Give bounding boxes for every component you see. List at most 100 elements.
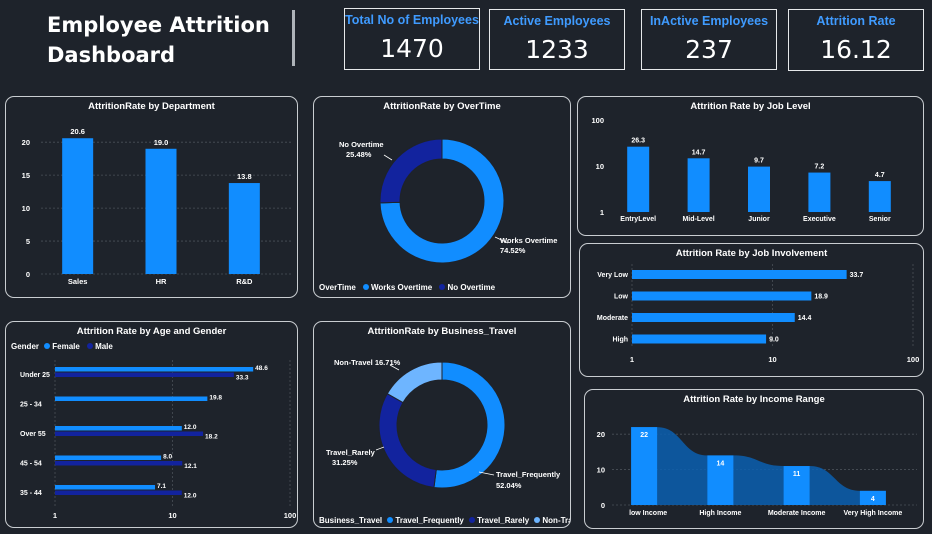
bar — [868, 181, 891, 212]
donut-slice — [433, 361, 506, 489]
x-tick-label: 10 — [768, 355, 776, 364]
legend-item[interactable]: Works Overtime — [371, 283, 432, 292]
data-label: 12.0 — [184, 493, 197, 500]
kpi-attrition-rate[interactable]: Attrition Rate 16.12 — [788, 9, 924, 71]
y-tick-label: 0 — [601, 501, 605, 510]
chart-attrition-by-business-travel[interactable]: AttritionRate by Business_Travel Travel_… — [313, 321, 571, 528]
slice-label: Travel_Rarely — [326, 448, 376, 457]
income-range-bar-chart: 0 10 20 22 low Income 14 High Income 11 Moderate… — [597, 427, 917, 517]
legend-title: OverTime — [319, 283, 356, 292]
chart-attrition-by-department[interactable]: AttritionRate by Department 0 5 10 15 20 20.6… — [5, 96, 298, 298]
legend-item[interactable]: No Overtime — [447, 283, 495, 292]
ribbon — [631, 427, 886, 505]
bar — [62, 138, 94, 274]
legend-dot-icon — [439, 284, 446, 290]
y-tick-label: High — [612, 337, 628, 344]
y-tick-label: Low — [614, 294, 629, 301]
y-tick-label: 15 — [22, 171, 30, 180]
data-label: 19.0 — [154, 138, 169, 147]
bar — [632, 313, 795, 322]
slice-percent: 25.48% — [346, 150, 372, 159]
bar — [55, 396, 208, 401]
slice-label: Non-Travel 16.71% — [334, 358, 401, 367]
legend-dot-icon — [363, 284, 369, 290]
bar — [55, 490, 182, 495]
slice-label: Travel_Frequently — [496, 470, 561, 479]
legend-item[interactable]: Non-Travel — [542, 516, 570, 525]
legend-title: Business_Travel — [319, 516, 383, 525]
data-label: 11 — [793, 471, 801, 478]
chart-attrition-by-overtime[interactable]: AttritionRate by OverTime Works Overtime… — [313, 96, 571, 298]
data-label: 9.0 — [769, 337, 779, 344]
y-tick-label: 1 — [600, 208, 604, 217]
x-tick-label: Executive — [803, 216, 836, 223]
y-tick-label: Over 55 — [20, 431, 46, 438]
data-label: 14.7 — [692, 149, 706, 156]
y-tick-label: 20 — [597, 430, 605, 439]
x-tick-label: High Income — [699, 510, 741, 517]
y-tick-label: 20 — [22, 138, 30, 147]
bar — [55, 455, 162, 460]
data-label: 12.0 — [184, 424, 197, 431]
y-tick-label: 0 — [26, 270, 30, 279]
y-tick-label: Very Low — [597, 272, 628, 279]
kpi-label: Total No of Employees — [345, 13, 479, 27]
leader-line — [375, 446, 385, 451]
x-tick-label: R&D — [236, 277, 253, 286]
data-label: 20.6 — [70, 127, 85, 136]
kpi-inactive-employees[interactable]: InActive Employees 237 — [641, 9, 777, 70]
x-tick-label: Very High Income — [844, 510, 903, 517]
business-travel-donut-chart: Travel_Frequently 52.04% Travel_Rarely31.2… — [326, 358, 561, 490]
data-label: 7.1 — [157, 483, 166, 490]
x-tick-label: Moderate Income — [768, 510, 826, 517]
data-label: 18.2 — [205, 434, 218, 441]
kpi-active-employees[interactable]: Active Employees 1233 — [489, 9, 625, 70]
y-tick-label: 45 - 54 — [20, 461, 42, 468]
y-tick-label: 100 — [591, 116, 604, 125]
x-tick-label: Sales — [68, 277, 88, 286]
overtime-legend: OverTime Works Overtime No Overtime — [319, 283, 495, 292]
donut-slice — [379, 138, 443, 204]
bar — [632, 334, 767, 344]
chart-attrition-by-job-level[interactable]: Attrition Rate by Job Level 1 10 100 26.3 En… — [577, 96, 924, 236]
chart-attrition-by-age-and-gender[interactable]: Attrition Rate by Age and Gender Gender … — [5, 321, 298, 528]
bar — [55, 372, 234, 377]
business-travel-legend: Business_Travel Travel_Frequently Travel… — [319, 516, 570, 525]
bar — [55, 485, 156, 490]
bar — [687, 158, 710, 212]
data-label: 4.7 — [875, 172, 885, 179]
slice-percent: 31.25% — [332, 458, 358, 467]
slice-label: Works Overtime — [500, 236, 557, 245]
kpi-value: 237 — [685, 35, 733, 64]
x-tick-label: 100 — [284, 511, 297, 520]
kpi-total-employees[interactable]: Total No of Employees 1470 — [344, 8, 480, 70]
y-tick-label: 10 — [597, 466, 605, 475]
data-label: 9.7 — [754, 158, 764, 165]
chart-attrition-by-income-range[interactable]: Attrition Rate by Income Range 0 10 20 22 lo… — [584, 389, 924, 529]
slice-percent: 74.52% — [500, 246, 526, 255]
data-label: 14 — [716, 460, 724, 467]
legend-item[interactable]: Travel_Frequently — [395, 516, 463, 525]
x-tick-label: 1 — [630, 355, 634, 364]
legend-item[interactable]: Travel_Rarely — [477, 516, 529, 525]
bar — [55, 431, 204, 436]
title-divider — [292, 10, 295, 66]
age-gender-bar-chart: 1 10 100 Under 25 48.6 33.3 25 - 34 19.8 Over 55… — [20, 360, 297, 520]
kpi-value: 1470 — [380, 34, 444, 63]
chart-attrition-by-job-involvement[interactable]: Attrition Rate by Job Involvement 1 10 100… — [579, 243, 924, 377]
kpi-label: Active Employees — [503, 14, 611, 28]
bar — [808, 172, 831, 212]
x-tick-label: Senior — [869, 216, 891, 223]
bar — [55, 461, 183, 466]
donut-slice — [378, 392, 437, 489]
bar — [627, 146, 650, 212]
overtime-donut-chart: Works Overtime74.52% No Overtime25.48% — [339, 138, 557, 264]
bar — [55, 426, 182, 431]
data-label: 26.3 — [631, 138, 645, 145]
x-tick-label: 1 — [53, 511, 57, 520]
data-label: 22 — [640, 432, 648, 439]
x-tick-label: EntryLevel — [620, 216, 656, 223]
slice-percent: 52.04% — [496, 481, 522, 490]
x-tick-label: 10 — [168, 511, 176, 520]
data-label: 8.0 — [163, 454, 172, 461]
